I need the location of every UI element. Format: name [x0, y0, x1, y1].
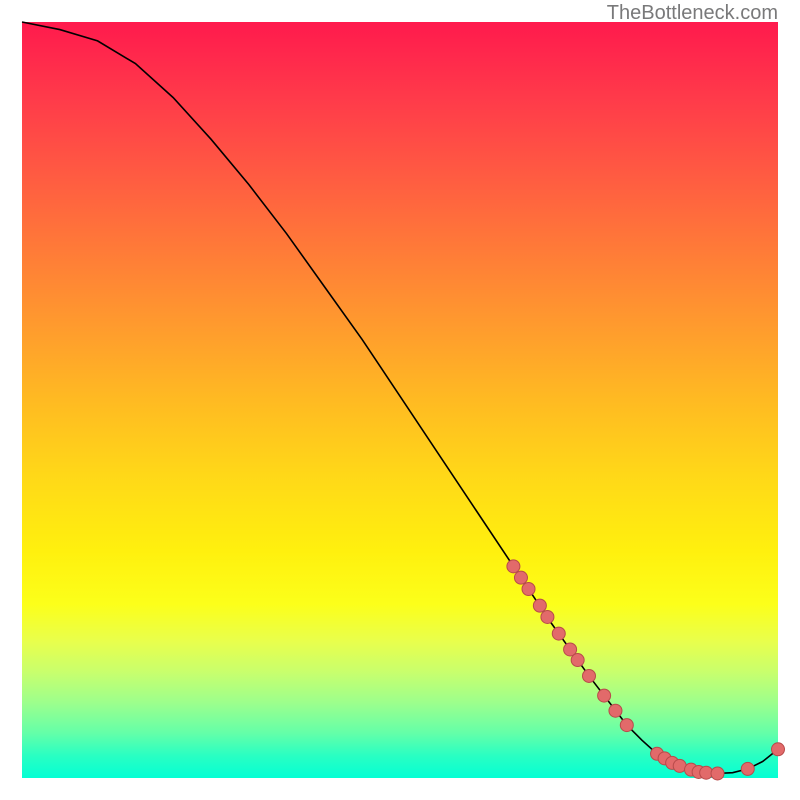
data-marker: [609, 704, 622, 717]
data-marker: [507, 560, 520, 573]
data-marker: [522, 583, 535, 596]
data-marker: [571, 654, 584, 667]
chart-container: TheBottleneck.com: [0, 0, 800, 800]
data-marker: [583, 669, 596, 682]
data-marker: [552, 627, 565, 640]
data-marker: [620, 719, 633, 732]
data-marker: [541, 610, 554, 623]
data-marker: [741, 762, 754, 775]
chart-svg: [22, 22, 778, 778]
data-marker: [514, 571, 527, 584]
data-marker: [598, 689, 611, 702]
watermark-text: TheBottleneck.com: [607, 2, 778, 25]
marker-group: [507, 560, 785, 780]
data-marker: [533, 599, 546, 612]
data-marker: [772, 743, 785, 756]
bottleneck-curve-line: [22, 22, 778, 773]
data-marker: [711, 767, 724, 780]
